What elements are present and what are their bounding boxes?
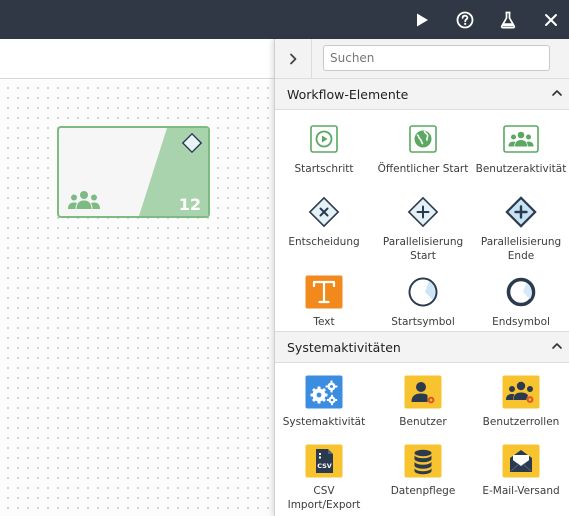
element-benutzer[interactable]: Benutzer <box>376 374 470 429</box>
end-circle-icon <box>506 277 536 307</box>
element-label: Systemaktivität <box>282 416 366 428</box>
element-startschritt[interactable]: Startschritt <box>277 121 371 176</box>
node-count: 12 <box>178 195 201 214</box>
top-toolbar <box>0 0 569 39</box>
element-label: Benutzeraktivität <box>475 163 567 175</box>
element-benutzeraktivitaet[interactable]: Benutzeraktivität <box>474 121 568 176</box>
section-title: Systemaktivitäten <box>287 340 401 355</box>
element-label: Benutzer <box>399 416 447 428</box>
panel-header <box>275 39 569 79</box>
element-label: Öffentlicher Start <box>377 163 469 175</box>
element-parallelisierung-start[interactable]: Parallelisierung Start <box>376 194 470 263</box>
section-header-workflow-elemente[interactable]: Workflow-Elemente <box>275 78 569 110</box>
play-icon[interactable] <box>408 0 436 39</box>
start-circle-icon <box>408 277 438 307</box>
section-title: Workflow-Elemente <box>287 87 409 102</box>
element-label: Startschritt <box>294 163 354 175</box>
element-systemaktivitaet[interactable]: Systemaktivität <box>277 374 371 429</box>
chevron-up-icon <box>552 90 562 96</box>
element-label: Text <box>313 316 335 328</box>
element-email-versand[interactable]: E-Mail-Versand <box>474 443 568 498</box>
users-gear-icon <box>502 375 540 409</box>
diamond-icon <box>181 132 203 154</box>
svg-text:CSV: CSV <box>317 462 332 470</box>
element-label: Endsymbol <box>492 316 550 328</box>
element-startsymbol[interactable]: Startsymbol <box>376 274 470 329</box>
element-label: Startsymbol <box>391 316 455 328</box>
element-label: CSV Import/Export <box>287 485 361 511</box>
element-oeffentlicher-start[interactable]: Öffentlicher Start <box>376 121 470 176</box>
help-icon[interactable] <box>451 0 479 39</box>
element-label: Entscheidung <box>288 236 360 248</box>
people-icon <box>503 125 539 153</box>
globe-icon <box>409 125 437 153</box>
element-label: Parallelisierung Ende <box>480 236 562 262</box>
gears-icon <box>305 375 343 409</box>
flask-icon[interactable] <box>494 0 522 39</box>
database-icon <box>404 444 442 478</box>
play-circle-icon <box>310 125 338 153</box>
csv-file-icon: CSV <box>305 444 343 478</box>
people-icon <box>68 191 100 209</box>
email-icon <box>502 444 540 478</box>
chevron-right-icon <box>290 53 297 65</box>
element-endsymbol[interactable]: Endsymbol <box>474 274 568 329</box>
decision-x-icon <box>308 196 340 228</box>
parallel-plus-filled-icon <box>505 196 537 228</box>
collapse-panel-button[interactable] <box>275 39 312 79</box>
element-entscheidung[interactable]: Entscheidung <box>277 194 371 249</box>
canvas-toolbar <box>0 39 274 79</box>
element-label: Parallelisierung Start <box>382 236 464 262</box>
element-datenpflege[interactable]: Datenpflege <box>376 443 470 498</box>
workflow-node[interactable]: 12 <box>57 126 210 218</box>
search-input[interactable] <box>323 45 550 71</box>
element-csv-import-export[interactable]: CSV CSV Import/Export <box>277 443 371 512</box>
element-label: Benutzerrollen <box>482 416 560 428</box>
element-benutzerrollen[interactable]: Benutzerrollen <box>474 374 568 429</box>
chevron-up-icon <box>552 343 562 349</box>
elements-panel: Workflow-Elemente Startschritt Öffentlic… <box>274 39 569 516</box>
parallel-plus-icon <box>407 196 439 228</box>
element-label: Datenpflege <box>390 485 456 497</box>
element-label: E-Mail-Versand <box>482 485 560 497</box>
element-text[interactable]: Text <box>277 274 371 329</box>
element-parallelisierung-ende[interactable]: Parallelisierung Ende <box>474 194 568 263</box>
user-gear-icon <box>404 375 442 409</box>
text-t-icon <box>305 275 343 309</box>
close-icon[interactable] <box>537 0 565 39</box>
section-header-systemaktivitaeten[interactable]: Systemaktivitäten <box>275 331 569 363</box>
